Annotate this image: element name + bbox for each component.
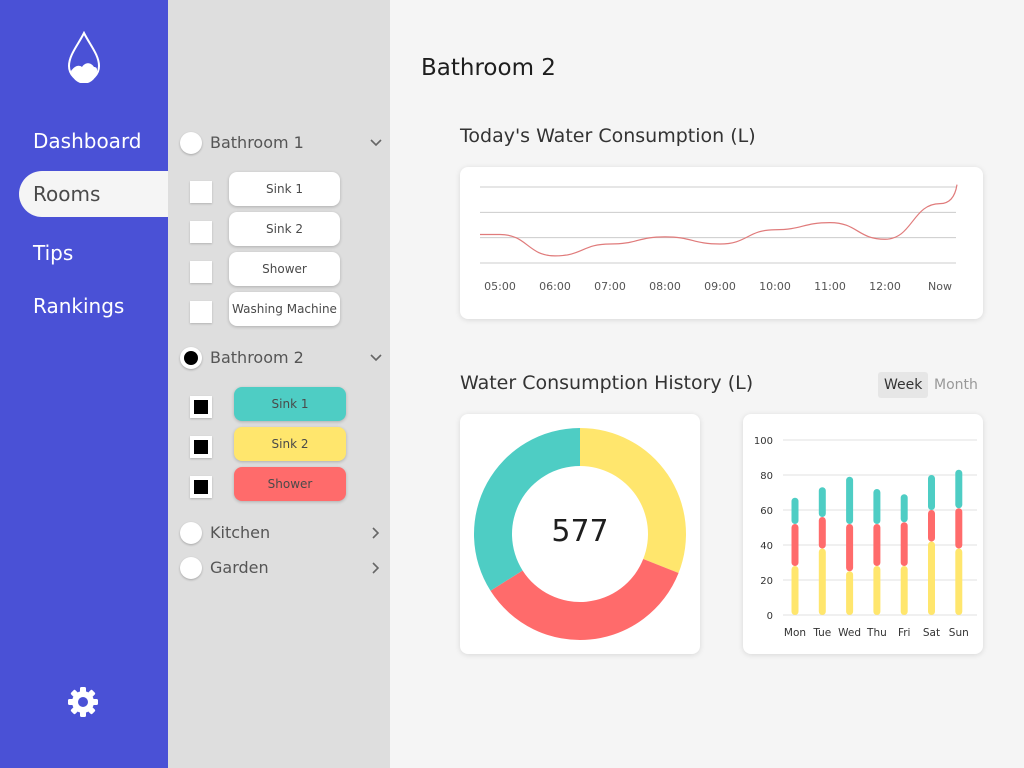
bar-segment [900,522,908,566]
bar-segment [928,510,935,542]
x-tick-label: 07:00 [594,280,626,293]
device-button-shower[interactable]: Shower [229,252,340,286]
bar-segment [900,494,908,523]
donut-total: 577 [551,514,609,549]
device-checkbox[interactable] [190,396,212,418]
y-tick-label: 80 [760,471,773,482]
bar-chart-card: 0 20 40 60 80 100 Mon Tue Wed Thu Fri Sat Sun [743,414,983,654]
page-title: Bathroom 2 [421,55,556,81]
device-checkbox[interactable] [190,221,212,243]
x-tick-label: Wed [838,627,861,639]
nav-rooms[interactable]: Rooms [19,171,168,217]
y-tick-label: 60 [760,506,773,517]
x-tick-label: 05:00 [484,280,516,293]
nav-rankings[interactable]: Rankings [19,283,168,329]
chevron-right-icon[interactable] [368,525,384,541]
room-label: Kitchen [210,523,271,542]
gear-icon[interactable] [67,686,99,718]
room-radio[interactable] [180,132,202,154]
water-drop-icon [67,31,101,83]
bar-segment [955,508,963,549]
room-radio[interactable] [180,557,202,579]
bar-segment [928,475,935,510]
bar-segment [818,517,826,549]
chevron-down-icon[interactable] [368,135,384,151]
x-tick-label: Fri [898,627,911,639]
toggle-month[interactable]: Month [928,372,984,398]
room-label: Bathroom 1 [210,133,304,152]
x-tick-label: Thu [866,627,887,639]
device-checkbox[interactable] [190,476,212,498]
bar-segment [818,487,826,517]
donut-slice [473,428,580,591]
x-tick-label: 10:00 [759,280,791,293]
bar-segment [900,566,908,615]
bar-segment [955,469,963,509]
room-kitchen[interactable]: Kitchen [179,519,384,547]
bar-segment [846,524,854,572]
main-content: Bathroom 2 Today's Water Consumption (L)… [390,0,1024,768]
bar-segment [873,566,881,615]
device-button-sink-1[interactable]: Sink 1 [234,387,346,421]
bar-segment [846,571,854,615]
room-label: Bathroom 2 [210,348,304,367]
bar-segment [955,548,963,615]
y-tick-label: 100 [754,436,773,447]
bar-segment [791,524,799,566]
x-tick-label: Sat [923,627,940,639]
device-button-sink-1[interactable]: Sink 1 [229,172,340,206]
device-checkbox[interactable] [190,436,212,458]
donut-chart-card: 577 [460,414,700,654]
bar-segment [928,541,935,615]
bar-segment [818,548,826,615]
room-radio[interactable] [180,522,202,544]
x-tick-label: 06:00 [539,280,571,293]
device-button-washing-machine[interactable]: Washing Machine [229,292,340,326]
today-chart-title: Today's Water Consumption (L) [460,125,756,147]
bar-segment [873,524,881,566]
x-tick-label: 11:00 [814,280,846,293]
room-label: Garden [210,558,269,577]
history-bar-chart: 0 20 40 60 80 100 Mon Tue Wed Thu Fri Sat Sun [754,436,977,639]
consumption-line [480,184,958,257]
chevron-down-icon[interactable] [368,350,384,366]
bar-segment [846,476,854,524]
donut-slice [580,428,687,574]
device-checkbox[interactable] [190,261,212,283]
room-bathroom-2[interactable]: Bathroom 2 [179,344,384,372]
bar-segment [791,497,799,524]
sidebar: Dashboard Rooms Tips Rankings [0,0,168,768]
device-button-sink-2[interactable]: Sink 2 [234,427,346,461]
y-tick-label: 20 [760,576,773,587]
bar-segment [873,489,881,524]
nav-tips[interactable]: Tips [19,230,168,276]
x-tick-label: Sun [949,627,969,639]
today-chart-card: 05:00 06:00 07:00 08:00 09:00 10:00 11:00 12:00… [460,167,983,319]
bar-segment [791,566,799,615]
device-button-sink-2[interactable]: Sink 2 [229,212,340,246]
history-chart-title: Water Consumption History (L) [460,372,754,394]
x-tick-label: Mon [784,627,806,639]
room-garden[interactable]: Garden [179,554,384,582]
nav-dashboard[interactable]: Dashboard [19,118,168,164]
x-tick-label: 08:00 [649,280,681,293]
y-tick-label: 0 [767,611,773,622]
room-radio[interactable] [180,347,202,369]
device-button-shower[interactable]: Shower [234,467,346,501]
y-tick-label: 40 [760,541,773,552]
rooms-panel: Bathroom 1 Sink 1 Sink 2 Shower Washing … [168,0,390,768]
device-checkbox[interactable] [190,181,212,203]
room-bathroom-1[interactable]: Bathroom 1 [179,129,384,157]
chevron-right-icon[interactable] [368,560,384,576]
x-tick-label: Now [928,280,952,293]
x-tick-label: 12:00 [869,280,901,293]
today-line-chart: 05:00 06:00 07:00 08:00 09:00 10:00 11:00 12:00… [480,184,958,293]
device-checkbox[interactable] [190,301,212,323]
x-tick-label: Tue [812,627,831,639]
x-tick-label: 09:00 [704,280,736,293]
toggle-week[interactable]: Week [878,372,929,398]
